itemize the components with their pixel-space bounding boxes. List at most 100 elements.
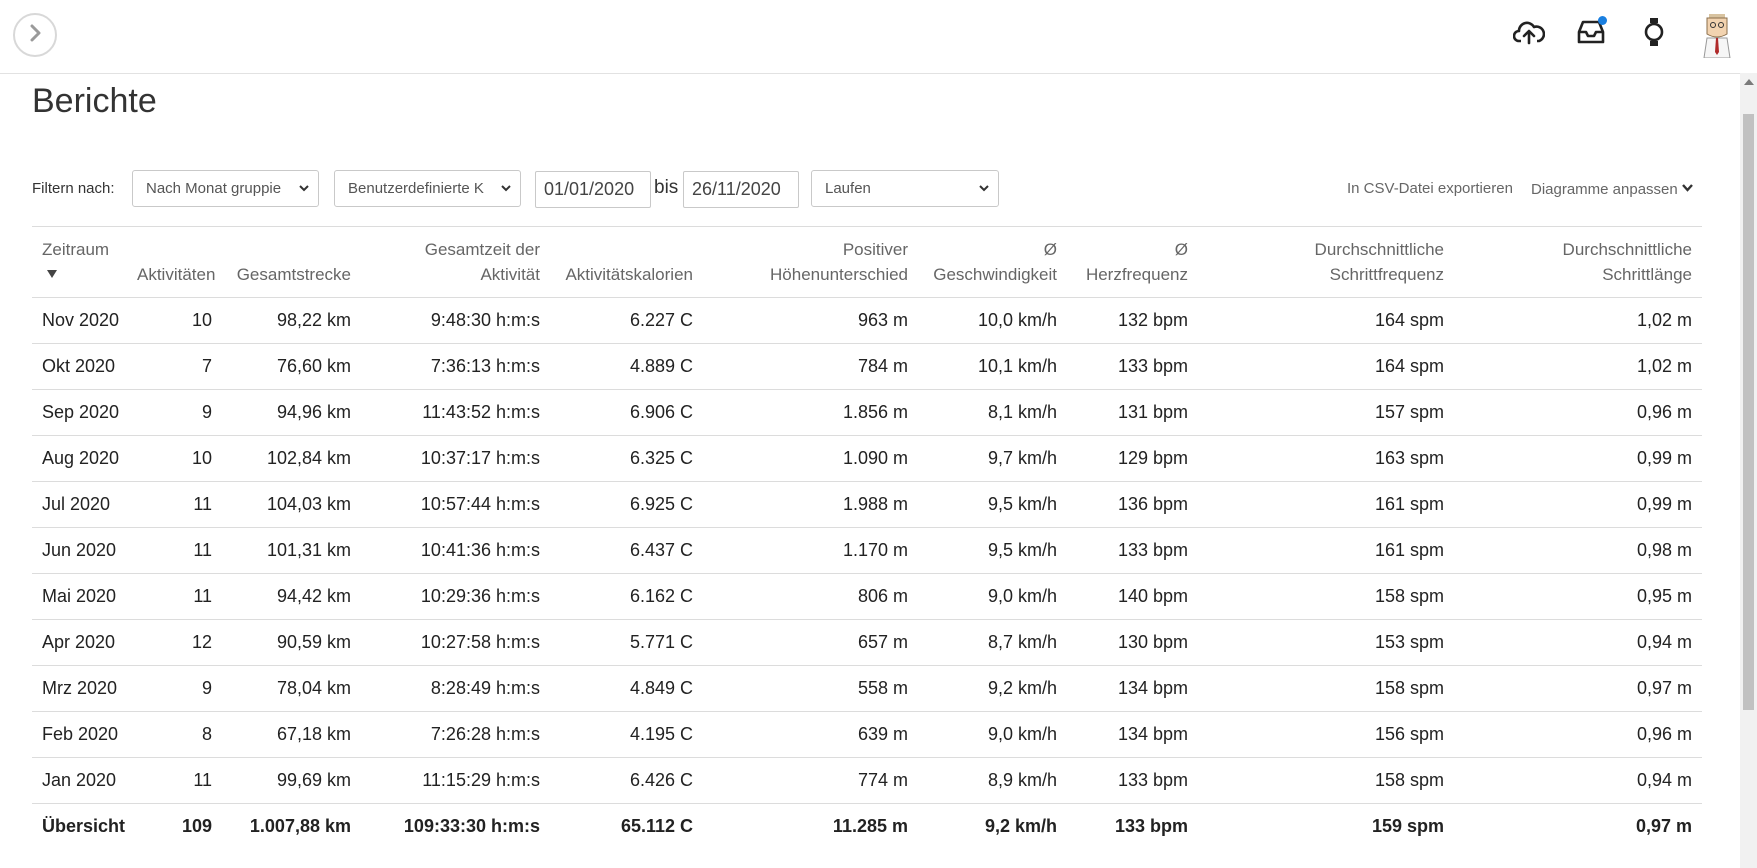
table-cell-total-time: 10:37:17 h:m:s [361,435,550,482]
column-header-label: Schrittlänge [1602,265,1692,284]
table-cell-avg-heart-rate: 131 bpm [1067,389,1198,436]
column-header-avg-cadence[interactable]: Durchschnittliche Schrittfrequenz [1198,226,1454,298]
export-csv-link[interactable]: In CSV-Datei exportieren [1347,180,1513,197]
table-cell-avg-cadence: 158 spm [1198,757,1454,804]
table-cell-avg-stride-length: 0,97 m [1454,665,1702,712]
date-range-select[interactable]: Benutzerdefinierte K [334,170,521,207]
table-cell-calories: 6.906 C [550,389,703,436]
chevron-down-icon [1681,180,1694,197]
table-cell-avg-stride-length: 1,02 m [1454,343,1702,390]
table-cell-avg-speed: 8,9 km/h [918,757,1067,804]
table-cell-avg-stride-length: 0,96 m [1454,389,1702,436]
table-header-row: Zeitraum Aktivitäten Gesamtstrecke Gesamtze… [32,226,1702,298]
table-cell-calories: 5.771 C [550,619,703,666]
table-cell-total-distance: 99,69 km [222,757,361,804]
table-cell-period: Aug 2020 [32,435,127,482]
column-header-avg-speed[interactable]: Ø Geschwindigkeit [918,226,1067,298]
table-cell-total-time: 10:27:58 h:m:s [361,619,550,666]
table-cell-elevation-gain: 806 m [703,573,918,620]
column-header-label-line1: Ø [1174,240,1188,259]
column-header-total-time[interactable]: Gesamtzeit der Aktivität [361,226,550,298]
table-cell-elevation-gain: 639 m [703,711,918,758]
column-header-period[interactable]: Zeitraum [32,226,127,298]
table-body: Nov 2020 10 98,22 km 9:48:30 h:m:s 6.227 C 96… [32,297,1702,850]
table-row[interactable]: Jul 2020 11 104,03 km 10:57:44 h:m:s 6.925 C… [32,481,1702,528]
table-row[interactable]: Feb 2020 8 67,18 km 7:26:28 h:m:s 4.195 C 639… [32,711,1702,758]
page-scrollbar[interactable] [1740,73,1757,868]
table-cell-avg-cadence: 161 spm [1198,527,1454,574]
table-cell-avg-stride-length: 0,95 m [1454,573,1702,620]
column-header-elevation-gain[interactable]: Positiver Höhenunterschied [703,226,918,298]
table-cell-activities: 9 [127,389,222,436]
table-row[interactable]: Mrz 2020 9 78,04 km 8:28:49 h:m:s 4.849 C 558… [32,665,1702,712]
summary-cell-period: Übersicht [42,816,126,836]
column-header-label: Herzfrequenz [1085,265,1188,284]
inbox-button[interactable] [1574,16,1608,52]
table-cell-avg-stride-length: 0,94 m [1454,757,1702,804]
summary-cell-total-time: 109:33:30 h:m:s [403,816,540,836]
devices-button[interactable] [1637,16,1671,52]
upload-button[interactable] [1512,16,1546,52]
customize-charts-link[interactable]: Diagramme anpassen [1531,180,1694,198]
summary-cell-avg-stride-length: 0,97 m [1635,816,1692,836]
table-cell-avg-stride-length: 0,99 m [1454,435,1702,482]
table-row[interactable]: Sep 2020 9 94,96 km 11:43:52 h:m:s 6.906 C 1.… [32,389,1702,436]
table-cell-avg-cadence: 164 spm [1198,343,1454,390]
table-cell-activities: 11 [127,481,222,528]
column-header-label: Schrittfrequenz [1329,265,1444,284]
table-row[interactable]: Okt 2020 7 76,60 km 7:36:13 h:m:s 4.889 C 784… [32,343,1702,390]
scrollbar-thumb[interactable] [1743,114,1754,710]
table-cell-total-distance: 76,60 km [222,343,361,390]
group-by-select[interactable]: Nach Monat gruppie [132,170,319,207]
table-cell-total-distance: 94,42 km [222,573,361,620]
customize-charts-label: Diagramme anpassen [1531,181,1678,198]
table-cell-activities: 8 [127,711,222,758]
table-cell-total-distance: 67,18 km [222,711,361,758]
column-header-label: Zeitraum [42,240,110,259]
avatar[interactable] [1695,12,1739,59]
table-cell-total-distance: 104,03 km [222,481,361,528]
column-header-avg-stride-length[interactable]: Durchschnittliche Schrittlänge [1454,226,1702,298]
column-header-label: Aktivitätskalorien [565,265,693,284]
table-cell-avg-speed: 9,7 km/h [918,435,1067,482]
column-header-calories[interactable]: Aktivitätskalorien [550,226,703,298]
table-row[interactable]: Jun 2020 11 101,31 km 10:41:36 h:m:s 6.437 C… [32,527,1702,574]
table-cell-total-time: 7:36:13 h:m:s [361,343,550,390]
table-cell-total-distance: 90,59 km [222,619,361,666]
column-header-label-line1: Ø [1043,240,1057,259]
sort-descending-icon[interactable] [47,270,57,278]
column-header-avg-heart-rate[interactable]: Ø Herzfrequenz [1067,226,1198,298]
expand-sidebar-button[interactable] [13,13,57,57]
table-row[interactable]: Nov 2020 10 98,22 km 9:48:30 h:m:s 6.227 C 96… [32,297,1702,344]
column-header-label-line1: Durchschnittliche [1314,240,1444,259]
column-header-label: Geschwindigkeit [933,265,1057,284]
table-cell-avg-cadence: 158 spm [1198,573,1454,620]
scroll-up-icon[interactable] [1744,79,1754,85]
activity-type-select[interactable]: Laufen [811,170,999,207]
column-header-activities[interactable]: Aktivitäten [127,226,222,298]
table-cell-period: Mrz 2020 [32,665,127,712]
table-row[interactable]: Apr 2020 12 90,59 km 10:27:58 h:m:s 5.771 C6… [32,619,1702,666]
table-cell-activities: 10 [127,297,222,344]
column-header-label: Höhenunterschied [770,265,908,284]
table-cell-total-distance: 102,84 km [222,435,361,482]
table-cell-elevation-gain: 1.170 m [703,527,918,574]
group-by-value: Nach Monat gruppie [146,180,282,197]
summary-cell-avg-heart-rate: 133 bpm [1114,816,1188,836]
column-header-label-line1: Gesamtzeit der [424,240,540,259]
summary-row: Übersicht 109 1.007,88 km 109:33:30 h:m:s 65… [32,804,1702,850]
table-cell-avg-cadence: 156 spm [1198,711,1454,758]
table-row[interactable]: Jan 2020 11 99,69 km 11:15:29 h:m:s 6.426 C7… [32,757,1702,804]
table-cell-calories: 6.325 C [550,435,703,482]
table-cell-calories: 4.195 C [550,711,703,758]
table-row[interactable]: Aug 2020 10 102,84 km 10:37:17 h:m:s 6.325 C… [32,435,1702,482]
start-date-input[interactable]: 01/01/2020 [535,171,651,208]
chevron-right-icon [28,24,42,47]
date-separator: bis [654,177,679,198]
table-row[interactable]: Mai 2020 11 94,42 km 10:29:36 h:m:s 6.162 C8… [32,573,1702,620]
column-header-total-distance[interactable]: Gesamtstrecke [222,226,361,298]
table-cell-avg-heart-rate: 140 bpm [1067,573,1198,620]
column-header-label: Aktivität [480,265,540,284]
table-cell-avg-speed: 8,7 km/h [918,619,1067,666]
end-date-input[interactable]: 26/11/2020 [683,171,799,208]
